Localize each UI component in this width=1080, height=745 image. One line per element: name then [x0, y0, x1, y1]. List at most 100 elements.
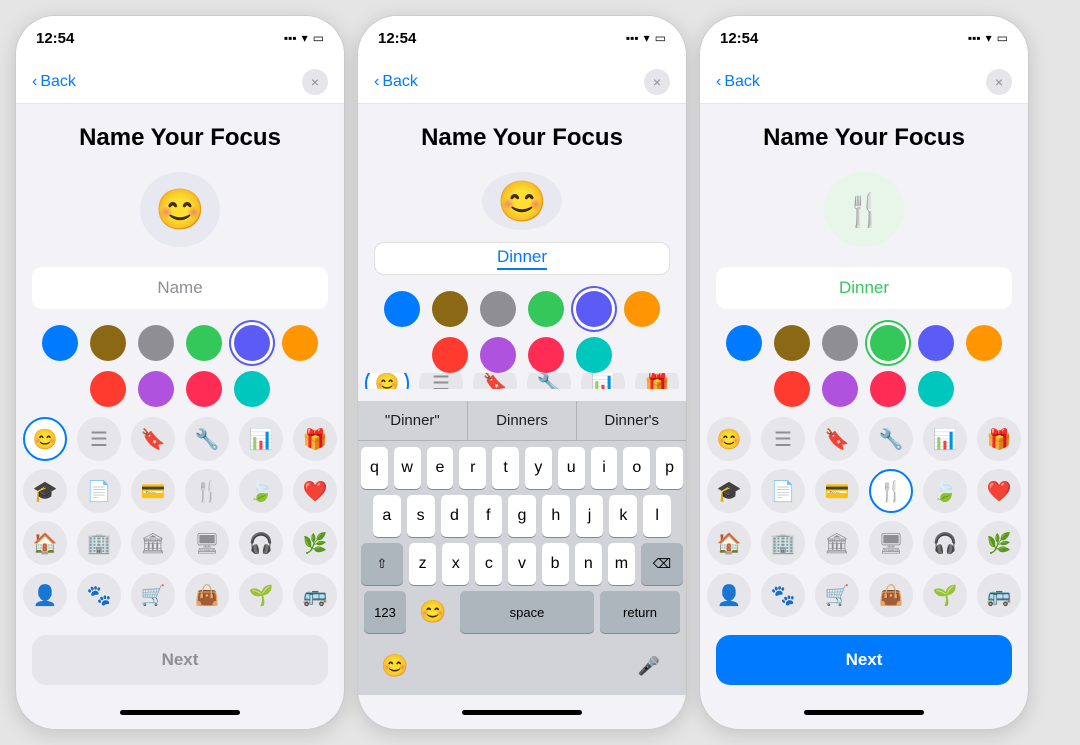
icon-tool-3[interactable]: 🔧 [869, 417, 913, 461]
key-q[interactable]: q [361, 447, 388, 489]
color-violet-3[interactable] [822, 371, 858, 407]
emoji-circle-3[interactable]: 🍴 [824, 172, 904, 247]
key-m[interactable]: m [608, 543, 635, 585]
partial-icon-emoji[interactable]: 😊 [365, 373, 409, 389]
icon-person-3[interactable]: 👤 [707, 573, 751, 617]
color-gray-2[interactable] [480, 291, 516, 327]
icon-chart-1[interactable]: 📊 [239, 417, 283, 461]
icon-herb-3[interactable]: 🌱 [923, 573, 967, 617]
color-red-3[interactable] [774, 371, 810, 407]
color-orange-2[interactable] [624, 291, 660, 327]
key-d[interactable]: d [441, 495, 469, 537]
color-pink-3[interactable] [870, 371, 906, 407]
name-input-3[interactable]: Dinner [716, 267, 1012, 309]
color-blue-2[interactable] [384, 291, 420, 327]
color-teal-2[interactable] [576, 337, 612, 373]
icon-paw-3[interactable]: 🐾 [761, 573, 805, 617]
color-teal-1[interactable] [234, 371, 270, 407]
icon-list-1[interactable]: ☰ [77, 417, 121, 461]
emoji-circle-2[interactable]: 😊 [482, 172, 562, 230]
color-gray-1[interactable] [138, 325, 174, 361]
color-teal-3[interactable] [918, 371, 954, 407]
close-button-2[interactable]: × [644, 69, 670, 95]
key-w[interactable]: w [394, 447, 421, 489]
color-brown-1[interactable] [90, 325, 126, 361]
key-return[interactable]: return [600, 591, 680, 633]
emoji-circle-1[interactable]: 😊 [140, 172, 220, 247]
color-purple-2[interactable] [576, 291, 612, 327]
icon-leaf-1[interactable]: 🍃 [239, 469, 283, 513]
color-pink-2[interactable] [528, 337, 564, 373]
icon-emoji-3[interactable]: 😊 [707, 417, 751, 461]
key-u[interactable]: u [558, 447, 585, 489]
key-shift[interactable]: ⇧ [361, 543, 403, 585]
key-y[interactable]: y [525, 447, 552, 489]
key-delete[interactable]: ⌫ [641, 543, 683, 585]
icon-herb-1[interactable]: 🌱 [239, 573, 283, 617]
color-purple-1[interactable] [234, 325, 270, 361]
icon-paw-1[interactable]: 🐾 [77, 573, 121, 617]
key-j[interactable]: j [576, 495, 604, 537]
icon-heart-3[interactable]: ❤️ [977, 469, 1021, 513]
key-s[interactable]: s [407, 495, 435, 537]
icon-bookmark-3[interactable]: 🔖 [815, 417, 859, 461]
color-violet-1[interactable] [138, 371, 174, 407]
icon-cart-3[interactable]: 🛒 [815, 573, 859, 617]
icon-emoji-1[interactable]: 😊 [23, 417, 67, 461]
key-p[interactable]: p [656, 447, 683, 489]
icon-building-3[interactable]: 🏢 [761, 521, 805, 565]
icon-home-1[interactable]: 🏠 [23, 521, 67, 565]
icon-card-1[interactable]: 💳 [131, 469, 175, 513]
icon-monitor-3[interactable]: 🖥 [869, 521, 913, 565]
color-gray-3[interactable] [822, 325, 858, 361]
key-t[interactable]: t [492, 447, 519, 489]
icon-bus-3[interactable]: 🚌 [977, 573, 1021, 617]
key-f[interactable]: f [474, 495, 502, 537]
color-green-2[interactable] [528, 291, 564, 327]
icon-doc-3[interactable]: 📄 [761, 469, 805, 513]
icon-bag-3[interactable]: 👜 [869, 573, 913, 617]
icon-plant-1[interactable]: 🌿 [293, 521, 337, 565]
back-button-2[interactable]: ‹ Back [374, 73, 418, 91]
color-red-1[interactable] [90, 371, 126, 407]
color-violet-2[interactable] [480, 337, 516, 373]
autocomplete-dinners[interactable]: Dinners [468, 401, 578, 440]
key-k[interactable]: k [609, 495, 637, 537]
color-pink-1[interactable] [186, 371, 222, 407]
icon-bookmark-1[interactable]: 🔖 [131, 417, 175, 461]
icon-headphones-1[interactable]: 🎧 [239, 521, 283, 565]
icon-fork-1[interactable]: 🍴 [185, 469, 229, 513]
color-orange-3[interactable] [966, 325, 1002, 361]
icon-leaf-3[interactable]: 🍃 [923, 469, 967, 513]
icon-monitor-1[interactable]: 🖥 [185, 521, 229, 565]
partial-icon-book[interactable]: 🔖 [473, 373, 517, 389]
icon-gift-1[interactable]: 🎁 [293, 417, 337, 461]
key-n[interactable]: n [575, 543, 602, 585]
icon-doc-1[interactable]: 📄 [77, 469, 121, 513]
icon-headphones-3[interactable]: 🎧 [923, 521, 967, 565]
icon-bank-1[interactable]: 🏛 [131, 521, 175, 565]
key-r[interactable]: r [459, 447, 486, 489]
color-blue-3[interactable] [726, 325, 762, 361]
name-input-2[interactable]: Dinner [374, 242, 670, 275]
color-red-2[interactable] [432, 337, 468, 373]
icon-card-3[interactable]: 💳 [815, 469, 859, 513]
key-o[interactable]: o [623, 447, 650, 489]
icon-grad-1[interactable]: 🎓 [23, 469, 67, 513]
key-a[interactable]: a [373, 495, 401, 537]
key-space[interactable]: space [460, 591, 594, 633]
icon-list-3[interactable]: ☰ [761, 417, 805, 461]
key-x[interactable]: x [442, 543, 469, 585]
key-l[interactable]: l [643, 495, 671, 537]
icon-gift-3[interactable]: 🎁 [977, 417, 1021, 461]
color-brown-2[interactable] [432, 291, 468, 327]
color-blue-1[interactable] [42, 325, 78, 361]
icon-bus-1[interactable]: 🚌 [293, 573, 337, 617]
icon-cart-1[interactable]: 🛒 [131, 573, 175, 617]
partial-icon-tool[interactable]: 🔧 [527, 373, 571, 389]
autocomplete-dinners-apos[interactable]: Dinner's [577, 401, 686, 440]
color-orange-1[interactable] [282, 325, 318, 361]
emoji-switcher[interactable]: 😊 [374, 645, 416, 687]
color-green-1[interactable] [186, 325, 222, 361]
icon-chart-3[interactable]: 📊 [923, 417, 967, 461]
